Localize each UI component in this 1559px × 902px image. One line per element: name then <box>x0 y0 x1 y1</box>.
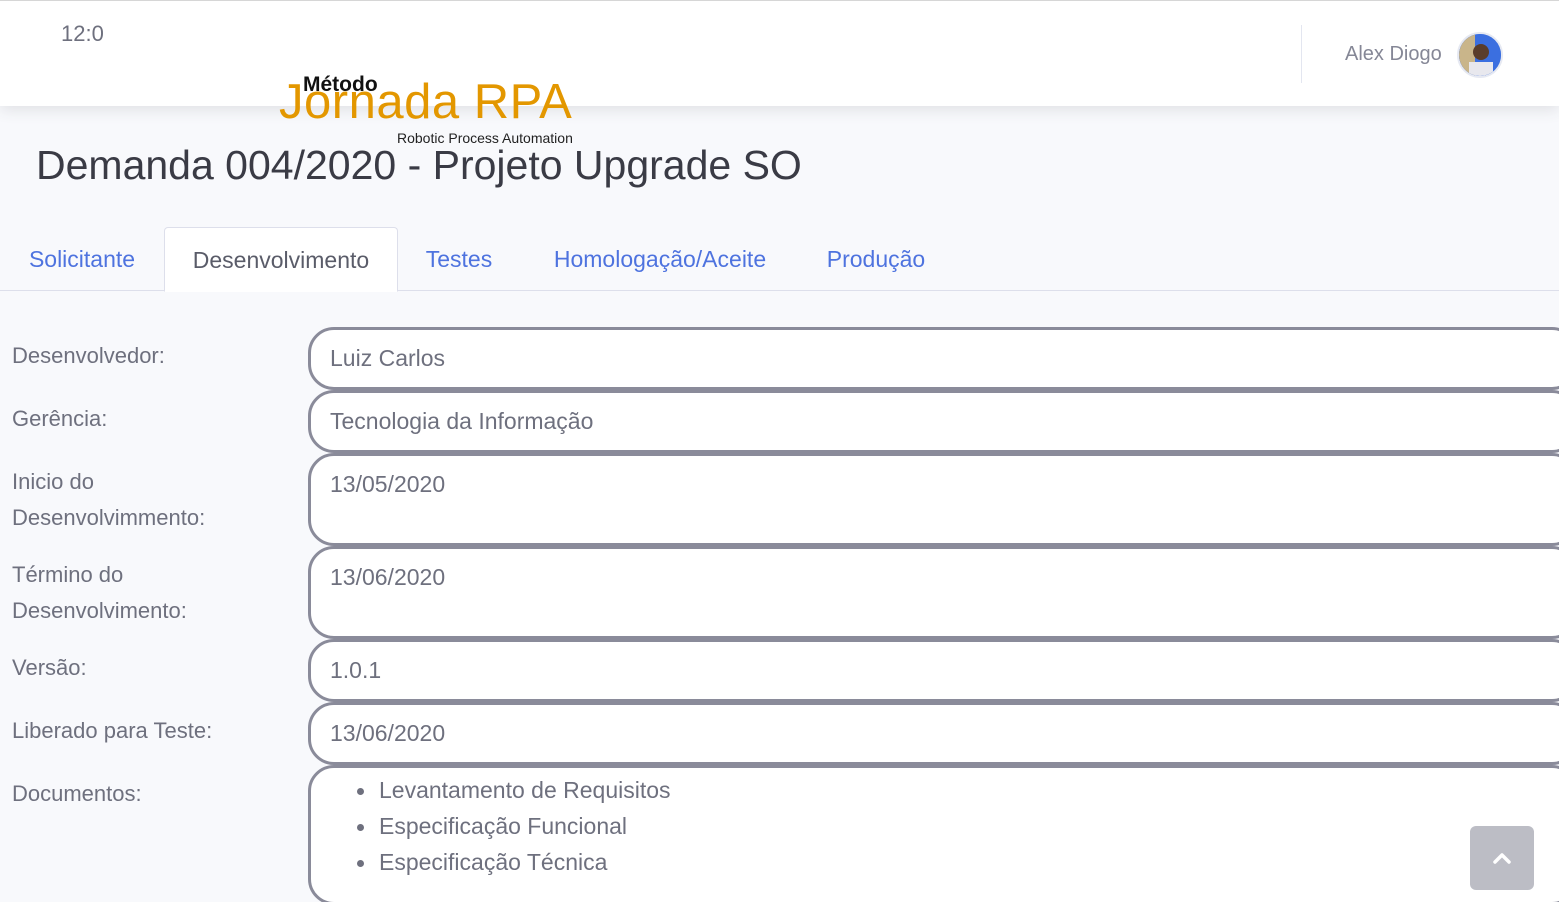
tab-solicitante[interactable]: Solicitante <box>0 227 164 291</box>
document-item-label: Levantamento de Requisitos <box>379 777 671 803</box>
tab-bar: Solicitante Desenvolvimento Testes Homol… <box>0 227 1559 292</box>
dev-end-label-line1: Término do <box>12 562 124 587</box>
developer-label: Desenvolvedor: <box>12 343 165 368</box>
management-label: Gerência: <box>12 406 108 431</box>
clock-text: 12:0 <box>61 21 104 46</box>
document-item[interactable]: Especificação Funcional <box>357 808 1559 844</box>
bullet-icon <box>357 788 364 795</box>
dev-start-field[interactable]: 13/05/2020 <box>308 453 1559 546</box>
version-value: 1.0.1 <box>330 657 382 683</box>
jornada-rpa-logo: Método Jornada RPA Robotic Process Autom… <box>276 70 586 150</box>
developer-value: Luiz Carlos <box>330 345 446 371</box>
logo-main-word: Jornada RPA <box>279 75 573 129</box>
dev-start-value: 13/05/2020 <box>330 471 446 497</box>
tab-desenvolvimento[interactable]: Desenvolvimento <box>164 227 398 292</box>
avatar-image <box>1459 34 1501 76</box>
released-for-test-field[interactable]: 13/06/2020 <box>308 702 1559 765</box>
documents-list: Levantamento de Requisitos Especificação… <box>330 768 1559 880</box>
chevron-up-icon <box>1493 853 1511 864</box>
management-value: Tecnologia da Informação <box>330 408 594 434</box>
user-avatar[interactable] <box>1457 32 1503 78</box>
dev-end-value: 13/06/2020 <box>330 564 446 590</box>
scroll-to-top-button[interactable] <box>1470 826 1534 890</box>
document-item-label: Especificação Funcional <box>379 813 628 839</box>
bullet-icon <box>357 860 364 867</box>
bullet-icon <box>357 824 364 831</box>
dev-start-label-line1: Inicio do <box>12 469 94 494</box>
documents-label: Documentos: <box>12 781 142 806</box>
version-label: Versão: <box>12 655 87 680</box>
dev-start-label: Inicio do Desenvolvimmento: <box>12 464 205 536</box>
logo-subtitle: Robotic Process Automation <box>397 130 573 146</box>
tab-homologacao[interactable]: Homologação/Aceite <box>520 227 800 291</box>
management-field[interactable]: Tecnologia da Informação <box>308 390 1559 453</box>
developer-field[interactable]: Luiz Carlos <box>308 327 1559 390</box>
version-field[interactable]: 1.0.1 <box>308 639 1559 702</box>
released-for-test-value: 13/06/2020 <box>330 720 446 746</box>
released-for-test-label: Liberado para Teste: <box>12 718 213 743</box>
dev-end-field[interactable]: 13/06/2020 <box>308 546 1559 639</box>
dev-start-label-line2: Desenvolvimmento: <box>12 505 206 530</box>
document-item[interactable]: Especificação Técnica <box>357 844 1559 880</box>
documents-field: Levantamento de Requisitos Especificação… <box>308 765 1559 902</box>
dev-end-label-line2: Desenvolvimento: <box>12 598 187 623</box>
document-item[interactable]: Levantamento de Requisitos <box>357 772 1559 808</box>
user-name[interactable]: Alex Diogo <box>1345 43 1442 66</box>
tab-producao[interactable]: Produção <box>800 227 952 291</box>
top-navbar: 12:0 Alex Diogo <box>0 0 1559 106</box>
document-item-label: Especificação Técnica <box>379 849 608 875</box>
tab-testes[interactable]: Testes <box>398 227 520 291</box>
topbar-divider <box>1301 25 1302 83</box>
dev-end-label: Término do Desenvolvimento: <box>12 557 187 629</box>
